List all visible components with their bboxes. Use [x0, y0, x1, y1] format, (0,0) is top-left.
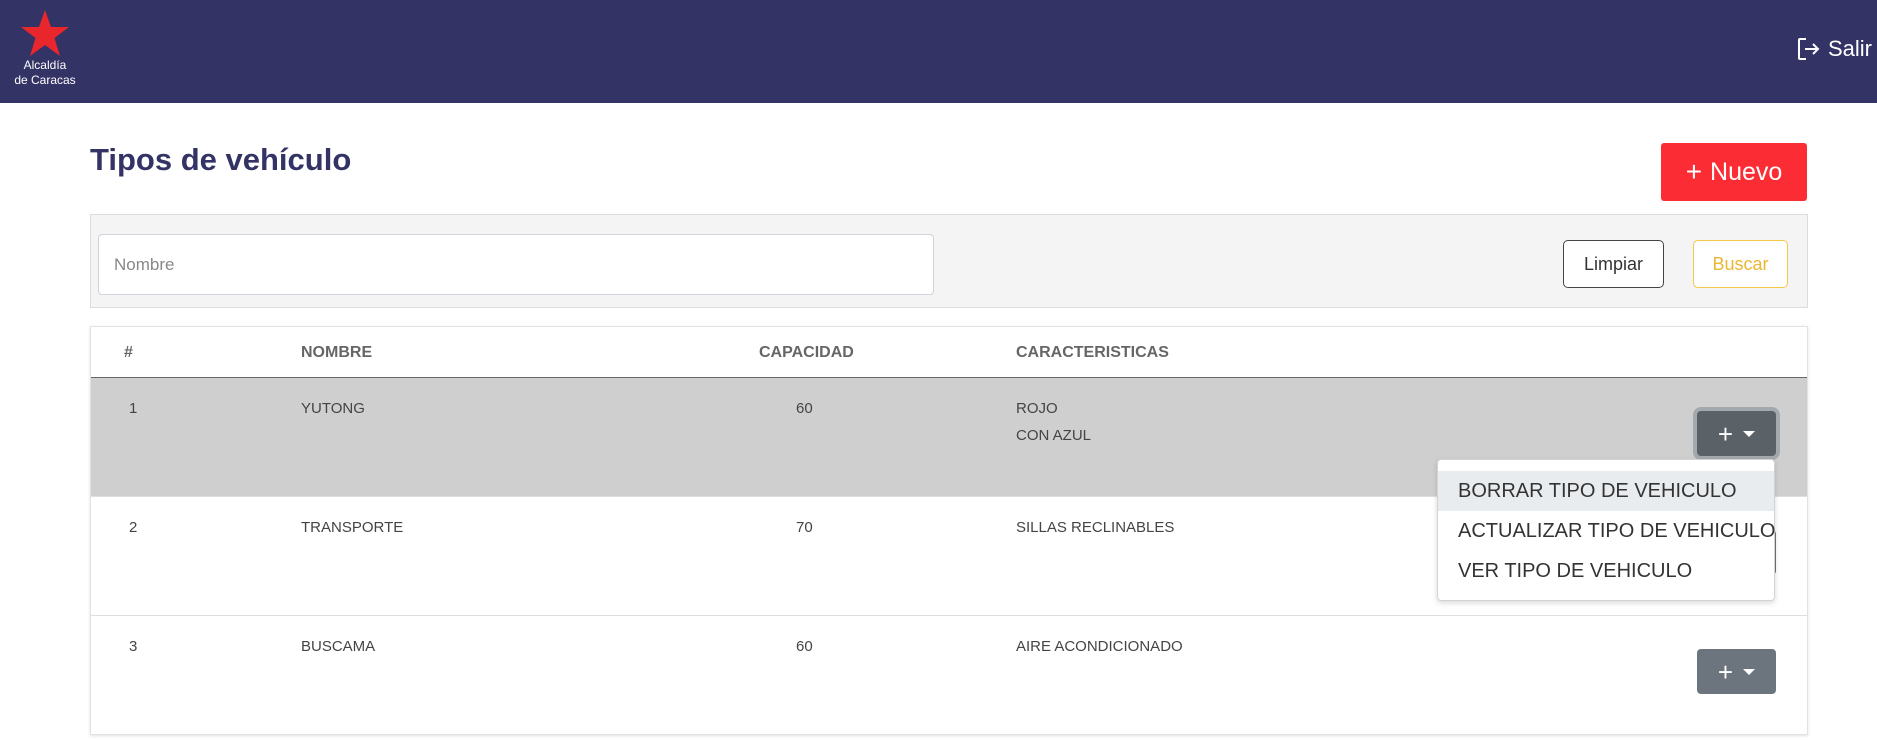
filter-panel: Limpiar Buscar — [90, 214, 1808, 308]
view-vehicle-type-item[interactable]: VER TIPO DE VEHICULO — [1438, 551, 1774, 591]
delete-vehicle-type-item[interactable]: BORRAR TIPO DE VEHICULO — [1438, 471, 1774, 511]
row-actions-button[interactable]: + — [1697, 411, 1776, 456]
top-navbar: Alcaldía de Caracas Salir — [0, 0, 1877, 103]
page-title: Tipos de vehículo — [90, 142, 352, 177]
alcaldia-logo[interactable]: Alcaldía de Caracas — [10, 10, 80, 88]
row-nombre: YUTONG — [301, 400, 365, 417]
row-caracteristicas: ROJO CON AZUL — [1016, 395, 1091, 449]
column-header-caracteristicas: CARACTERISTICAS — [1016, 344, 1169, 361]
row-id: 3 — [129, 638, 138, 655]
row-capacidad: 60 — [796, 638, 813, 655]
row-actions-button[interactable]: + — [1697, 649, 1776, 694]
caret-down-icon — [1743, 668, 1756, 675]
logout-label: Salir — [1827, 36, 1872, 61]
column-header-id: # — [124, 344, 133, 361]
row-id: 2 — [129, 519, 138, 536]
row-caracteristicas: AIRE ACONDICIONADO — [1016, 633, 1183, 660]
caret-down-icon — [1743, 430, 1756, 437]
clear-button[interactable]: Limpiar — [1563, 240, 1664, 288]
row-caracteristicas: SILLAS RECLINABLES — [1016, 514, 1174, 541]
row-id: 1 — [129, 400, 138, 417]
row-actions-dropdown: BORRAR TIPO DE VEHICULO ACTUALIZAR TIPO … — [1437, 459, 1775, 601]
logout-button[interactable]: Salir — [1796, 36, 1872, 62]
plus-icon: + — [1685, 156, 1703, 187]
new-button-label: Nuevo — [1710, 157, 1783, 186]
red-star-icon — [21, 10, 69, 56]
column-header-capacidad: CAPACIDAD — [759, 344, 854, 361]
logout-icon — [1797, 38, 1820, 60]
table-row[interactable]: 3 BUSCAMA 60 AIRE ACONDICIONADO + — [91, 616, 1807, 735]
row-nombre: TRANSPORTE — [301, 519, 404, 536]
new-button[interactable]: + Nuevo — [1661, 143, 1807, 201]
search-button[interactable]: Buscar — [1693, 240, 1788, 288]
logo-text-line2: de Caracas — [14, 73, 76, 87]
plus-icon: + — [1717, 418, 1734, 449]
row-capacidad: 60 — [796, 400, 813, 417]
plus-icon: + — [1717, 656, 1734, 687]
caracteristica-item: SILLAS RECLINABLES — [1016, 519, 1175, 536]
logo-text-line1: Alcaldía — [23, 58, 67, 72]
table-header: # NOMBRE CAPACIDAD CARACTERISTICAS — [91, 327, 1807, 378]
caracteristica-item: ROJO — [1016, 400, 1058, 417]
caracteristica-item: CON AZUL — [1016, 427, 1092, 444]
column-header-nombre: NOMBRE — [301, 344, 373, 361]
row-nombre: BUSCAMA — [301, 638, 376, 655]
update-vehicle-type-item[interactable]: ACTUALIZAR TIPO DE VEHICULO — [1438, 511, 1775, 551]
caracteristica-item: AIRE ACONDICIONADO — [1016, 638, 1183, 655]
name-filter-input[interactable] — [98, 234, 934, 295]
row-capacidad: 70 — [796, 519, 813, 536]
